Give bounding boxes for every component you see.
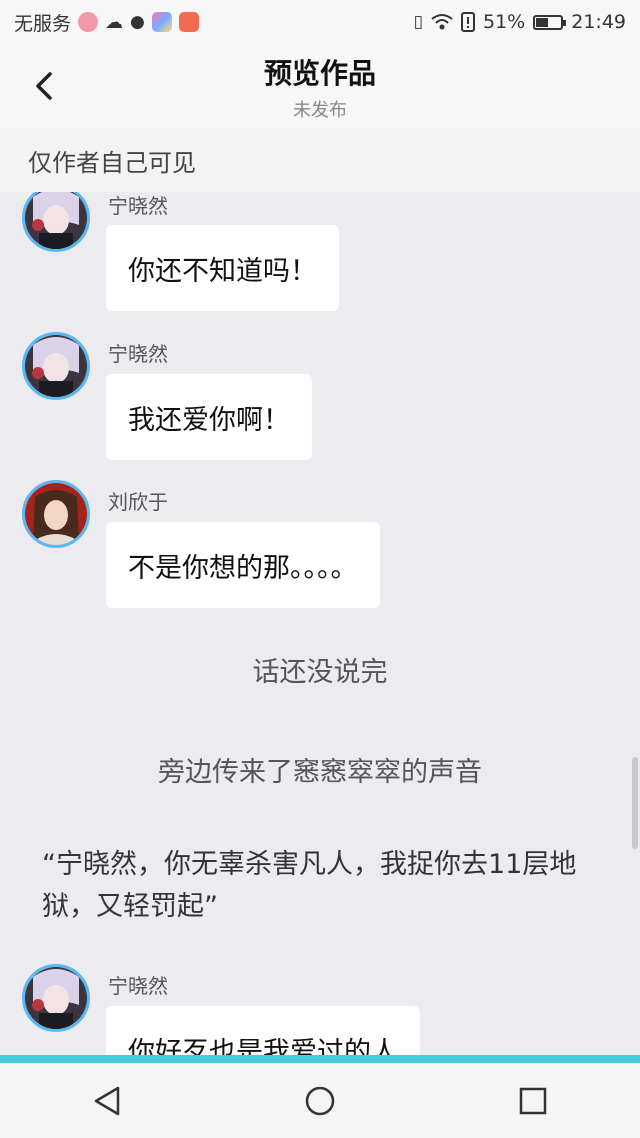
nav-home-button[interactable] xyxy=(290,1071,350,1131)
square-recents-icon xyxy=(520,1087,547,1114)
narration-text: 旁边传来了窸窸窣窣的声音 xyxy=(158,757,482,788)
page-subtitle: 未发布 xyxy=(293,100,347,121)
battery-icon xyxy=(533,14,567,30)
avatar[interactable] xyxy=(22,332,90,400)
sender-name: 宁晓然 xyxy=(108,974,168,998)
alert-icon xyxy=(461,12,475,32)
triangle-back-icon xyxy=(94,1086,119,1115)
paw-icon: ● xyxy=(130,12,145,32)
message-bubble[interactable]: 不是你想的那。。。。 xyxy=(106,522,380,608)
message-bubble[interactable]: 我还爱你啊！ xyxy=(106,374,312,460)
weather-icon: ☁ xyxy=(105,11,124,33)
scrollbar[interactable] xyxy=(632,757,638,849)
clock: 21:49 xyxy=(571,11,626,33)
app-header: 预览作品 未发布 xyxy=(0,44,640,128)
battery-percent: 51% xyxy=(483,11,526,33)
narration-text: 话还没说完 xyxy=(252,657,388,688)
sender-name: 宁晓然 xyxy=(108,194,168,218)
gallery-icon xyxy=(151,12,172,32)
system-nav-bar xyxy=(0,1063,640,1138)
circle-home-icon xyxy=(305,1086,335,1115)
sender-name: 宁晓然 xyxy=(108,342,168,366)
nav-back-button[interactable] xyxy=(77,1071,137,1131)
page-title: 预览作品 xyxy=(263,57,376,90)
message-bubble[interactable]: 你好歹也是我爱过的人 xyxy=(106,1006,420,1058)
status-bar: 无服务 ☁ ● ▯ 51% 21:49 xyxy=(0,0,640,44)
vibrate-icon: ▯ xyxy=(413,12,423,32)
app-notification-icon xyxy=(78,12,99,32)
accent-bar xyxy=(0,1055,640,1063)
message-bubble[interactable]: 你还不知道吗！ xyxy=(106,225,339,311)
visibility-notice: 仅作者自己可见 xyxy=(0,128,640,192)
sender-name: 刘欣于 xyxy=(108,490,168,514)
avatar[interactable] xyxy=(22,192,90,252)
avatar[interactable] xyxy=(22,964,90,1032)
wifi-icon xyxy=(431,14,453,30)
carrier-text: 无服务 xyxy=(14,12,72,35)
dialogue-text: “宁晓然，你无辜杀害凡人，我捉你去11层地狱，又轻罚起” xyxy=(42,849,577,922)
nav-recents-button[interactable] xyxy=(503,1071,563,1131)
chat-area[interactable]: 宁晓然 你还不知道吗！ 宁晓然 我还爱你啊！ 刘欣于 不是你想的那。。。。 话还… xyxy=(0,192,640,1058)
avatar[interactable] xyxy=(22,480,90,548)
store-icon xyxy=(178,12,199,32)
